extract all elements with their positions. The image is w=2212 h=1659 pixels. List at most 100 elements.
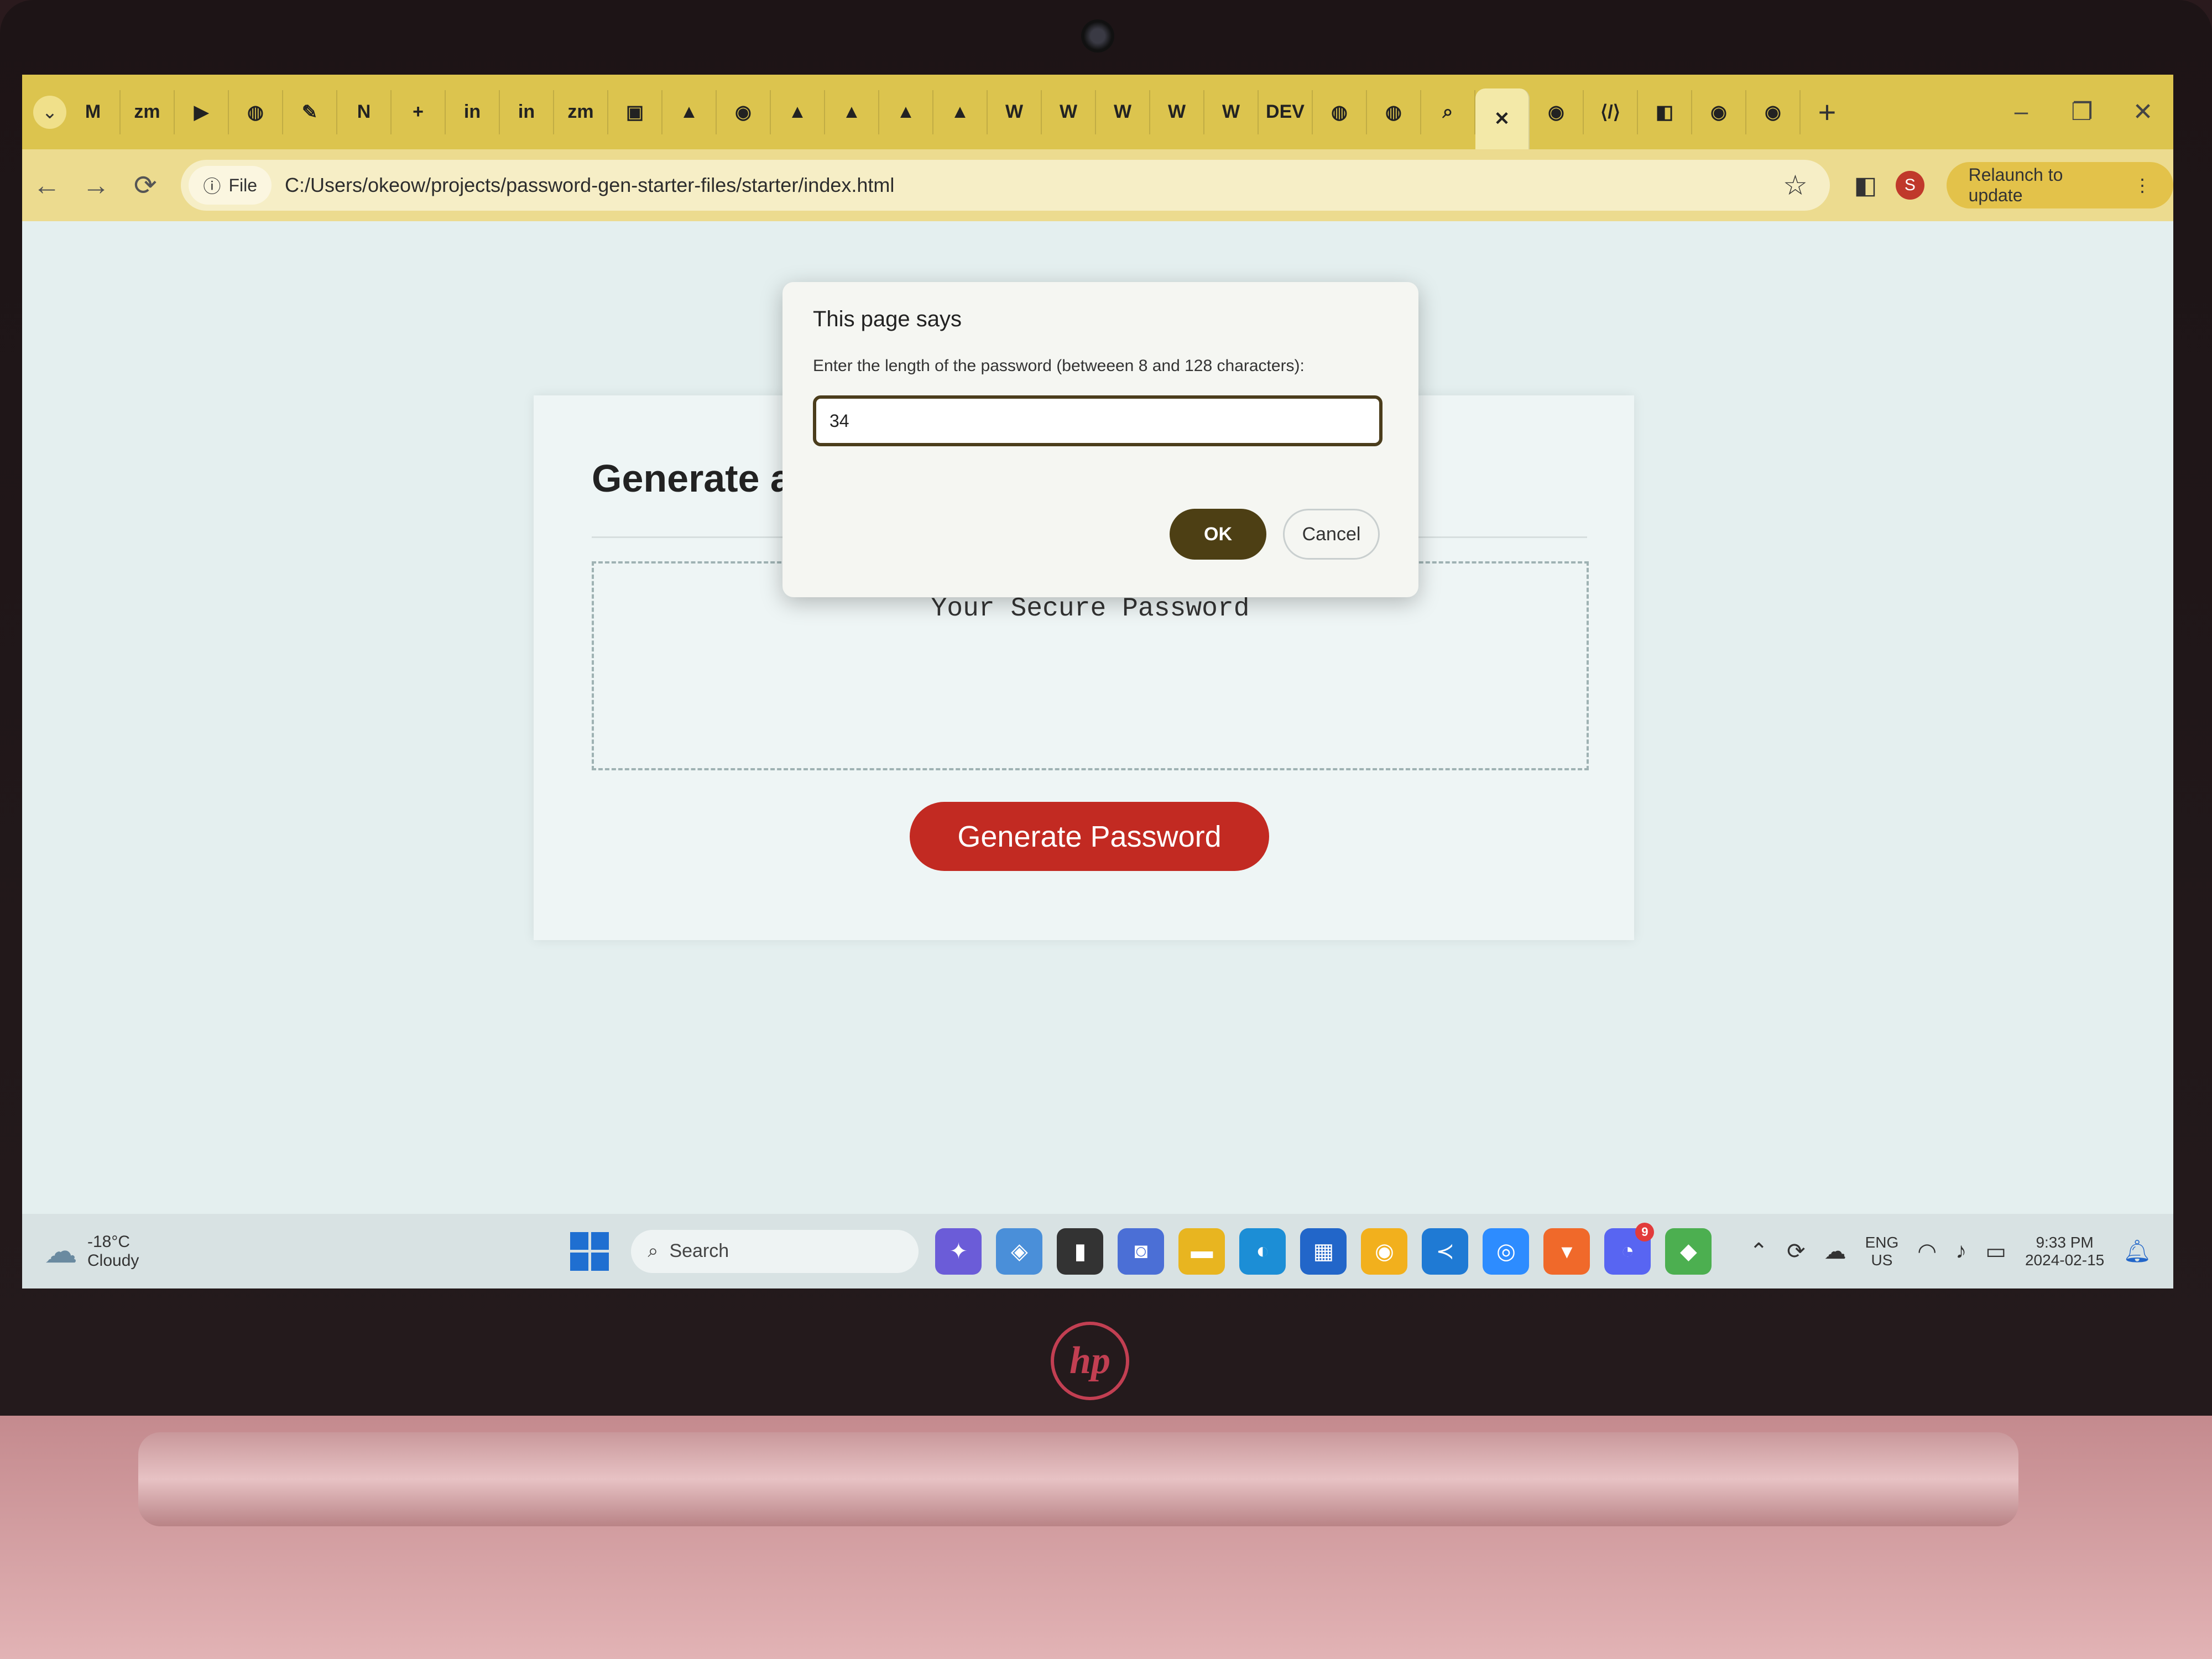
relaunch-button[interactable]: Relaunch to update ⋮: [1946, 162, 2173, 208]
minimize-button[interactable]: –: [1991, 98, 2052, 126]
browser-tab-bar: ⌄ M zm ▶ ◍ ✎ N + in in zm ▣ ▲ ◉ ▲ ▲ ▲ ▲ …: [22, 75, 2173, 149]
taskbar-search[interactable]: ⌕ Search: [631, 1229, 919, 1273]
restore-button[interactable]: ❐: [2052, 98, 2112, 126]
reload-button[interactable]: ⟳: [121, 169, 170, 201]
tab-drive[interactable]: ▲: [662, 90, 717, 134]
side-panel-icon[interactable]: ◧: [1846, 171, 1885, 200]
weather-desc: Cloudy: [87, 1251, 139, 1270]
onedrive-icon[interactable]: ☁: [1824, 1239, 1846, 1264]
page-content: Generate a Your Secure Password Generate…: [22, 221, 2173, 1288]
tab-code[interactable]: ⟨/⟩: [1584, 90, 1638, 134]
dialog-message: Enter the length of the password (betwee…: [813, 357, 1305, 375]
wifi-icon[interactable]: ◠: [1917, 1239, 1937, 1264]
tab-pen[interactable]: ✎: [283, 90, 337, 134]
tab-drive-5[interactable]: ▲: [933, 90, 988, 134]
info-icon: ⓘ: [203, 176, 221, 196]
bookmark-star-icon[interactable]: ☆: [1783, 169, 1808, 201]
laptop-hinge: [138, 1432, 2018, 1526]
widgets-icon[interactable]: ◈: [996, 1228, 1043, 1275]
language-indicator[interactable]: ENG US: [1865, 1234, 1899, 1269]
tab-w3-4[interactable]: W: [1150, 90, 1204, 134]
tab-drive-2[interactable]: ▲: [771, 90, 825, 134]
tab-github-4[interactable]: ◉: [1746, 90, 1801, 134]
language-code: ENG: [1865, 1233, 1899, 1251]
tab-drive-3[interactable]: ▲: [825, 90, 879, 134]
page-heading: Generate a: [592, 457, 792, 500]
file-explorer-icon[interactable]: ▬: [1178, 1228, 1225, 1275]
zoom-icon[interactable]: ◎: [1483, 1228, 1530, 1275]
tab-active-close[interactable]: ✕: [1475, 88, 1530, 149]
copilot-icon[interactable]: ✦: [935, 1228, 982, 1275]
meet-icon[interactable]: ◙: [1118, 1228, 1165, 1275]
region-code: US: [1871, 1251, 1893, 1269]
new-tab-button[interactable]: +: [1801, 94, 1854, 130]
prompt-dialog: This page says Enter the length of the p…: [782, 282, 1418, 597]
clock-time: 9:33 PM: [2036, 1233, 2094, 1251]
site-info-label: File: [228, 175, 257, 195]
battery-icon[interactable]: ▭: [1985, 1239, 2006, 1264]
tab-linkedin-2[interactable]: in: [500, 90, 554, 134]
system-tray: ⌃ ⟳ ☁ ENG US ◠ ♪ ▭ 9:33 PM 2024-02-15 🔔︎: [1750, 1234, 2151, 1269]
tab-zoom-2[interactable]: zm: [554, 90, 608, 134]
tab-search-page[interactable]: ⌕: [1421, 90, 1475, 134]
url-text[interactable]: C:/Users/okeow/projects/password-gen-sta…: [285, 174, 894, 197]
tab-w3-2[interactable]: W: [1042, 90, 1096, 134]
tab-drive-4[interactable]: ▲: [879, 90, 933, 134]
tab-github-3[interactable]: ◉: [1692, 90, 1746, 134]
weather-temp: -18°C: [87, 1232, 131, 1251]
tab-web-2[interactable]: ◍: [1313, 90, 1367, 134]
tab-gmail[interactable]: M: [66, 90, 121, 134]
close-window-button[interactable]: ✕: [2112, 98, 2173, 126]
ok-button[interactable]: OK: [1170, 509, 1266, 560]
notification-bell-icon[interactable]: 🔔︎: [2123, 1238, 2151, 1264]
volume-icon[interactable]: ♪: [1955, 1239, 1966, 1264]
back-button[interactable]: ←: [22, 169, 71, 201]
edge-icon[interactable]: ◐: [1239, 1228, 1286, 1275]
password-length-input[interactable]: [813, 395, 1383, 446]
profile-avatar[interactable]: S: [1896, 171, 1924, 200]
relaunch-label: Relaunch to update: [1968, 165, 2063, 205]
shopping-icon[interactable]: ▾: [1543, 1228, 1590, 1275]
tab-search-button[interactable]: ⌄: [33, 95, 66, 129]
hp-logo: hp: [1051, 1322, 1129, 1400]
discord-icon[interactable]: ◔ 9: [1604, 1222, 1655, 1275]
weather-widget[interactable]: ☁ -18°C Cloudy: [44, 1232, 139, 1271]
sync-icon[interactable]: ⟳: [1787, 1239, 1806, 1264]
tab-github[interactable]: ◉: [717, 90, 771, 134]
start-button[interactable]: [570, 1232, 609, 1271]
site-info-chip[interactable]: ⓘ File: [189, 166, 272, 205]
store-icon[interactable]: ▦: [1300, 1228, 1347, 1275]
tab-youtube[interactable]: ▶: [175, 90, 229, 134]
vscode-icon[interactable]: ≺: [1422, 1228, 1469, 1275]
tab-dev[interactable]: DEV: [1259, 90, 1313, 134]
tab-sheets[interactable]: +: [392, 90, 446, 134]
clock-date: 2024-02-15: [2025, 1251, 2105, 1269]
webcam: [1081, 19, 1114, 53]
app-icon[interactable]: ◆: [1665, 1228, 1712, 1275]
address-bar[interactable]: ⓘ File C:/Users/okeow/projects/password-…: [181, 160, 1830, 211]
tab-web[interactable]: ◍: [229, 90, 283, 134]
generate-password-button[interactable]: Generate Password: [910, 802, 1269, 871]
task-view-icon[interactable]: ▮: [1057, 1228, 1104, 1275]
tab-classroom[interactable]: ▣: [608, 90, 662, 134]
tab-web-3[interactable]: ◍: [1367, 90, 1421, 134]
password-placeholder: Your Secure Password: [931, 594, 1250, 624]
taskbar-search-label: Search: [669, 1240, 729, 1261]
tab-linkedin[interactable]: in: [446, 90, 500, 134]
tab-zoom[interactable]: zm: [121, 90, 175, 134]
cancel-button[interactable]: Cancel: [1283, 509, 1380, 560]
forward-button[interactable]: →: [71, 169, 121, 201]
chevron-up-icon[interactable]: ⌃: [1750, 1239, 1768, 1264]
clock[interactable]: 9:33 PM 2024-02-15: [2025, 1234, 2104, 1269]
more-menu-icon[interactable]: ⋮: [2133, 175, 2151, 196]
tab-w3-1[interactable]: W: [988, 90, 1042, 134]
windows-taskbar: ☁ -18°C Cloudy ⌕ Search ✦ ◈ ▮ ◙ ▬ ◐ ▦ ◉ …: [22, 1214, 2173, 1288]
tab-github-2[interactable]: ◉: [1530, 90, 1584, 134]
search-icon: ⌕: [648, 1240, 659, 1261]
chrome-icon[interactable]: ◉: [1361, 1228, 1408, 1275]
tab-w3-5[interactable]: W: [1204, 90, 1259, 134]
tab-w3-3[interactable]: W: [1096, 90, 1150, 134]
tab-notion[interactable]: N: [337, 90, 392, 134]
tab-app[interactable]: ◧: [1638, 90, 1692, 134]
cloud-icon: ☁: [44, 1232, 77, 1270]
